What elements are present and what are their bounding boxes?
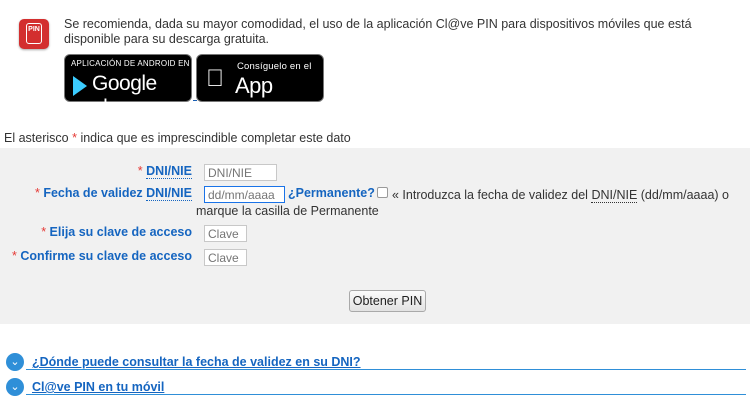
accordion-divider xyxy=(26,394,746,395)
clave-label: * Elija su clave de acceso xyxy=(41,225,192,239)
apple-icon:  xyxy=(206,67,224,91)
fecha-help-suffix: (dd/mm/aaaa) o xyxy=(637,188,729,202)
required-asterisk: * xyxy=(137,164,143,178)
chevron-down-icon[interactable]: ⌄ xyxy=(6,353,24,371)
app-icon-text: PIN xyxy=(28,26,40,33)
fecha-validez-input[interactable] xyxy=(204,186,285,203)
accordion-item-dni-fecha[interactable]: ¿Dónde puede consultar la fecha de valid… xyxy=(32,355,361,369)
required-asterisk: * xyxy=(12,249,17,263)
google-play-big-text: Google play xyxy=(92,72,157,119)
confirm-clave-input[interactable] xyxy=(204,249,247,266)
required-asterisk: * xyxy=(34,186,40,200)
clave-input[interactable] xyxy=(204,225,247,242)
dni-label-text: DNI/NIE xyxy=(146,164,192,179)
required-note-prefix: El asterisco xyxy=(4,131,73,145)
fecha-help-prefix: « Introduzca la fecha de validez del xyxy=(392,188,592,202)
dni-input[interactable] xyxy=(204,164,277,181)
accordion-divider xyxy=(26,369,746,370)
required-asterisk: * xyxy=(41,225,47,239)
app-store-badge[interactable]:  Consíguelo en el App Store xyxy=(196,54,324,124)
google-play-badge[interactable]: APLICACIÓN DE ANDROID EN Google play xyxy=(64,54,192,119)
fecha-label-abbr: DNI/NIE xyxy=(146,186,192,201)
google-play-icon xyxy=(73,76,87,96)
fecha-label-text: Fecha de validez xyxy=(43,186,147,200)
dni-label: * DNI/NIE xyxy=(137,164,192,179)
required-note: El asterisco * indica que es imprescindi… xyxy=(4,131,351,145)
google-play-small-text: APLICACIÓN DE ANDROID EN xyxy=(71,59,190,68)
fecha-help-line1: « Introduzca la fecha de validez del DNI… xyxy=(392,187,742,203)
fecha-help-line2: marque la casilla de Permanente xyxy=(196,204,379,218)
clave-pin-app-icon: PIN xyxy=(19,19,49,49)
permanente-label[interactable]: ¿Permanente? xyxy=(288,186,375,200)
fecha-help-abbr: DNI/NIE xyxy=(591,188,638,203)
intro-text: Se recomienda, dada su mayor comodidad, … xyxy=(64,17,692,46)
fecha-label: * Fecha de validez DNI/NIE xyxy=(34,186,192,201)
required-note-suffix: indica que es imprescindible completar e… xyxy=(76,131,351,145)
clave-label-text: Elija su clave de acceso xyxy=(49,225,192,239)
accordion-item-clave-pin-movil[interactable]: Cl@ve PIN en tu móvil xyxy=(32,380,164,394)
permanente-checkbox[interactable] xyxy=(377,187,388,198)
obtener-pin-button[interactable]: Obtener PIN xyxy=(349,290,426,312)
confirm-clave-label-text: Confirme su clave de acceso xyxy=(20,249,192,263)
app-store-small-text: Consíguelo en el xyxy=(237,61,312,72)
badge-link-underline xyxy=(193,100,197,101)
chevron-down-icon[interactable]: ⌄ xyxy=(6,378,24,396)
app-store-big-text: App Store xyxy=(235,73,286,124)
confirm-clave-label: * Confirme su clave de acceso xyxy=(12,249,192,263)
